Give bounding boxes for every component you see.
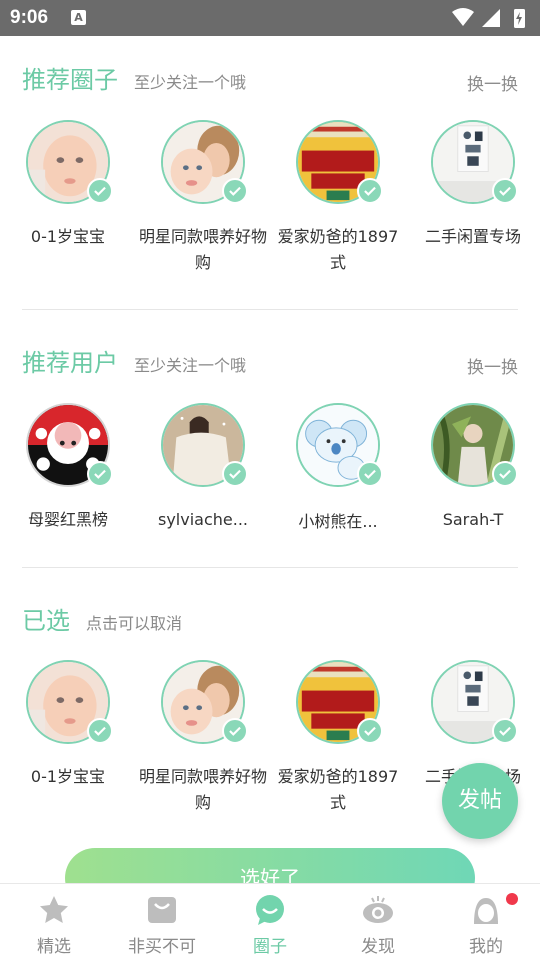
circle-label: 0-1岁宝宝 (30, 227, 106, 246)
tab-label: 我的 (469, 937, 503, 957)
swap-button[interactable]: 换一换 (467, 353, 518, 378)
checkmark-icon (222, 178, 248, 204)
user-label: 母婴红黑榜 (27, 510, 108, 529)
section-header: 推荐圈子 至少关注一个哦 (22, 60, 246, 100)
section-subtitle: 点击可以取消 (86, 614, 183, 633)
status-bar: 9:06 A (0, 0, 540, 36)
checkmark-icon (87, 178, 113, 204)
tab-circles[interactable]: 圈子 (216, 884, 324, 960)
tab-featured[interactable]: 精选 (0, 884, 108, 960)
status-time: 9:06 (10, 7, 49, 28)
bottom-tab-bar: 精选 非买不可 圈子 发现 我的 (0, 883, 540, 960)
tab-must-buy[interactable]: 非买不可 (108, 884, 216, 960)
wifi-icon (452, 8, 474, 26)
section-subtitle: 至少关注一个哦 (134, 356, 247, 375)
section-subtitle: 至少关注一个哦 (134, 73, 247, 92)
user-label: Sarah-T (442, 510, 504, 529)
checkmark-icon (222, 718, 248, 744)
tab-label: 发现 (361, 937, 395, 957)
system-status-icons (452, 8, 525, 28)
tab-label: 精选 (37, 937, 71, 957)
checkmark-icon (87, 461, 113, 487)
notification-badge (506, 893, 518, 905)
section-title: 推荐用户 (22, 349, 118, 377)
profile-icon (470, 894, 502, 926)
section-header: 推荐用户 至少关注一个哦 (22, 343, 246, 383)
bag-icon (146, 894, 178, 926)
user-label: sylviache... (157, 510, 248, 529)
tab-me[interactable]: 我的 (432, 884, 540, 960)
selected-label: 明星同款喂养好物购 (138, 767, 267, 812)
section-title: 推荐圈子 (22, 66, 118, 94)
checkmark-icon (492, 178, 518, 204)
checkmark-icon (222, 461, 248, 487)
section-header: 已选 点击可以取消 (22, 601, 182, 641)
notification-icon: A (71, 10, 86, 25)
recommended-users-list: 母婴红黑榜 sylviache... 小树熊在... Sarah-T (0, 403, 540, 573)
chat-bubble-icon (254, 894, 286, 926)
checkmark-icon (492, 461, 518, 487)
tab-label: 非买不可 (128, 937, 196, 957)
eye-icon (362, 894, 394, 926)
user-label: 小树熊在... (298, 512, 378, 531)
divider (22, 567, 518, 568)
circle-label: 爱家奶爸的1897式 (277, 227, 399, 272)
divider (22, 309, 518, 310)
checkmark-icon (492, 718, 518, 744)
tab-discover[interactable]: 发现 (324, 884, 432, 960)
checkmark-icon (87, 718, 113, 744)
checkmark-icon (357, 718, 383, 744)
selected-label: 0-1岁宝宝 (30, 767, 106, 786)
recommended-circles-list: 0-1岁宝宝 明星同款喂养好物购 爱家奶爸的1897式 二手闲置专场 (0, 120, 540, 290)
checkmark-icon (357, 461, 383, 487)
signal-icon (482, 9, 500, 27)
tab-label: 圈子 (253, 937, 287, 957)
selected-label: 爱家奶爸的1897式 (277, 767, 399, 812)
circle-label: 二手闲置专场 (424, 227, 521, 246)
section-title: 已选 (22, 607, 70, 635)
post-fab-button[interactable]: 发帖 (442, 763, 518, 839)
star-icon (38, 894, 70, 926)
checkmark-icon (357, 178, 383, 204)
circle-label: 明星同款喂养好物购 (138, 227, 267, 272)
swap-button[interactable]: 换一换 (467, 70, 518, 95)
